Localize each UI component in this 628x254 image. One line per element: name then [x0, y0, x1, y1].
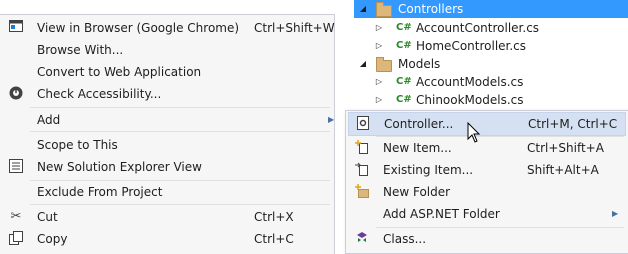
- submenu-arrow-icon: ▶: [612, 209, 619, 218]
- menu-item-label: Scope to This: [37, 138, 118, 152]
- tree-item-account-controller[interactable]: ▷ C# AccountController.cs: [354, 19, 628, 37]
- menu-item-shortcut: Ctrl+C: [254, 232, 294, 246]
- submenu-item-controller[interactable]: Controller... Ctrl+M, Ctrl+C: [348, 112, 626, 136]
- collapse-arrow-icon[interactable]: ▷: [374, 19, 384, 37]
- submenu-item-new-item[interactable]: New Item... Ctrl+Shift+A: [348, 137, 626, 159]
- add-submenu: Controller... Ctrl+M, Ctrl+C New Item...…: [345, 110, 628, 254]
- menu-item-label: Add ASP.NET Folder: [383, 207, 500, 221]
- tree-item-label: ChinookModels.cs: [416, 93, 524, 107]
- tree-item-label: Controllers: [398, 2, 464, 16]
- csharp-file-icon: C#: [396, 40, 412, 51]
- menu-item-add[interactable]: Add ▶: [2, 109, 335, 131]
- menu-separator: [30, 107, 330, 108]
- csharp-file-icon: C#: [396, 22, 412, 33]
- tree-item-controllers[interactable]: ◢ Controllers: [354, 0, 628, 18]
- menu-separator: [30, 204, 330, 205]
- csharp-file-icon: C#: [396, 76, 412, 87]
- menu-item-exclude-from-project[interactable]: Exclude From Project: [2, 181, 332, 203]
- collapse-arrow-icon[interactable]: ▷: [374, 73, 384, 91]
- expand-arrow-icon[interactable]: ◢: [358, 0, 368, 18]
- menu-item-browse-with[interactable]: Browse With...: [2, 39, 332, 61]
- tree-item-label: AccountController.cs: [416, 21, 540, 35]
- new-view-icon: [8, 159, 24, 175]
- accessibility-icon: [8, 86, 24, 102]
- menu-item-label: New Solution Explorer View: [37, 160, 202, 174]
- menu-item-shortcut: Ctrl+Shift+W: [254, 21, 335, 35]
- browser-icon: [8, 20, 24, 36]
- submenu-item-new-folder[interactable]: New Folder: [348, 181, 626, 203]
- collapse-arrow-icon[interactable]: ▷: [374, 91, 384, 109]
- menu-item-label: Existing Item...: [383, 163, 474, 177]
- folder-icon: [376, 57, 392, 72]
- context-menu: View in Browser (Google Chrome) Ctrl+Shi…: [0, 14, 335, 254]
- menu-item-shortcut: Ctrl+Shift+A: [527, 141, 604, 155]
- scissors-icon: ✂: [10, 209, 22, 224]
- submenu-item-add-aspnet-folder[interactable]: Add ASP.NET Folder ▶: [348, 203, 626, 225]
- menu-item-view-in-browser[interactable]: View in Browser (Google Chrome) Ctrl+Shi…: [2, 17, 335, 39]
- menu-item-label: Copy: [37, 232, 68, 246]
- tree-item-label: Models: [398, 57, 441, 71]
- menu-item-label: Add: [37, 113, 61, 127]
- expand-arrow-icon[interactable]: ◢: [358, 55, 368, 73]
- menu-separator: [30, 131, 330, 132]
- submenu-item-class[interactable]: Class...: [348, 228, 626, 250]
- menu-item-shortcut: Ctrl+M, Ctrl+C: [528, 117, 618, 131]
- submenu-arrow-icon: ▶: [328, 115, 335, 124]
- copy-icon: [8, 231, 24, 247]
- csharp-file-icon: C#: [396, 94, 412, 105]
- menu-item-label: New Folder: [383, 185, 451, 199]
- menu-item-cut[interactable]: ✂ Cut Ctrl+X: [2, 206, 332, 228]
- new-item-icon: [354, 140, 370, 156]
- menu-item-label: Convert to Web Application: [37, 65, 202, 79]
- tree-item-account-models[interactable]: ▷ C# AccountModels.cs: [354, 73, 628, 91]
- tree-item-models[interactable]: ◢ Models: [354, 55, 628, 73]
- mouse-cursor-icon: [467, 122, 481, 143]
- menu-item-label: New Item...: [383, 141, 452, 155]
- tree-item-label: AccountModels.cs: [416, 75, 524, 89]
- submenu-item-existing-item[interactable]: Existing Item... Shift+Alt+A: [348, 159, 626, 181]
- menu-item-shortcut: Shift+Alt+A: [527, 163, 599, 177]
- new-folder-icon: [354, 184, 370, 200]
- folder-icon: [376, 2, 392, 17]
- tree-item-home-controller[interactable]: ▷ C# HomeController.cs: [354, 37, 628, 55]
- menu-item-scope-to-this[interactable]: Scope to This: [2, 134, 332, 156]
- menu-item-label: View in Browser (Google Chrome): [37, 21, 240, 35]
- menu-item-label: Browse With...: [37, 43, 124, 57]
- existing-item-icon: [354, 162, 370, 178]
- menu-item-label: Cut: [37, 210, 58, 224]
- menu-item-shortcut: Ctrl+X: [254, 210, 294, 224]
- menu-item-check-accessibility[interactable]: Check Accessibility...: [2, 83, 332, 105]
- menu-item-label: Controller...: [384, 117, 454, 131]
- menu-item-convert-to-web-application[interactable]: Convert to Web Application: [2, 61, 332, 83]
- class-icon: [354, 231, 370, 247]
- tree-item-chinook-models[interactable]: ▷ C# ChinookModels.cs: [354, 91, 628, 109]
- tree-item-label: HomeController.cs: [416, 39, 527, 53]
- menu-item-copy[interactable]: Copy Ctrl+C: [2, 228, 332, 250]
- menu-item-new-solution-explorer-view[interactable]: New Solution Explorer View: [2, 156, 332, 178]
- collapse-arrow-icon[interactable]: ▷: [374, 37, 384, 55]
- menu-item-label: Exclude From Project: [37, 185, 163, 199]
- menu-item-label: Check Accessibility...: [37, 87, 162, 101]
- controller-icon: [355, 116, 371, 132]
- menu-item-label: Class...: [383, 232, 427, 246]
